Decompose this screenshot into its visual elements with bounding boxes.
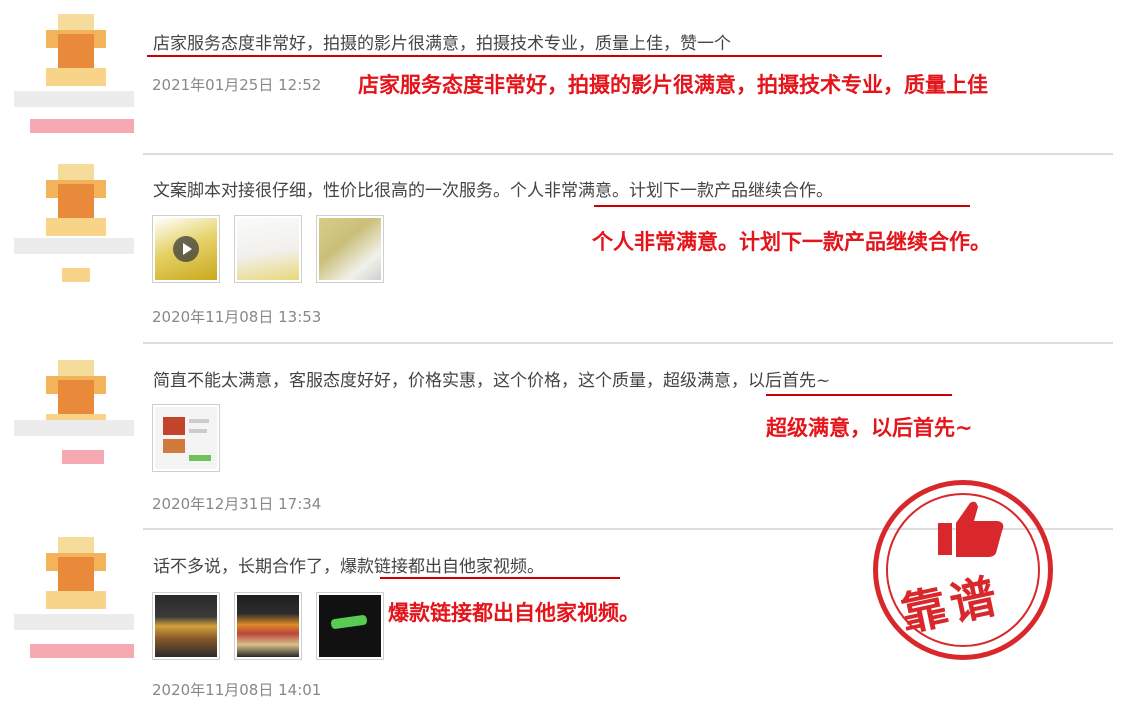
avatar[interactable]: [46, 537, 106, 609]
reliable-stamp: 靠谱: [873, 480, 1053, 660]
video-thumbnail[interactable]: [152, 215, 220, 283]
user-level-blurred: [62, 450, 104, 464]
play-icon: [173, 236, 199, 262]
avatar[interactable]: [46, 14, 106, 86]
username-blurred: [14, 91, 134, 107]
review-date: 2020年12月31日 17:34: [152, 495, 322, 513]
username-blurred: [14, 238, 134, 254]
username-blurred: [14, 614, 134, 630]
highlight-underline: [766, 394, 952, 396]
highlight-annotation: 超级满意，以后首先~: [766, 416, 973, 440]
photo-thumbnail[interactable]: [234, 215, 302, 283]
user-level-blurred: [30, 119, 134, 133]
review-date: 2021年01月25日 12:52: [152, 76, 322, 94]
highlight-underline: [594, 205, 970, 207]
review-images: [152, 592, 384, 660]
review-comment: 简直不能太满意，客服态度好好，价格实惠，这个价格，这个质量，超级满意，以后首先~: [153, 371, 831, 391]
chat-screenshot-thumbnail[interactable]: [152, 404, 220, 472]
review-date: 2020年11月08日 13:53: [152, 308, 322, 326]
review-comment: 店家服务态度非常好，拍摄的影片很满意，拍摄技术专业，质量上佳，赞一个: [153, 34, 731, 54]
avatar[interactable]: [46, 164, 106, 236]
highlight-annotation: 店家服务态度非常好，拍摄的影片很满意，拍摄技术专业，质量上佳: [358, 73, 988, 97]
review-comment: 话不多说，长期合作了，爆款链接都出自他家视频。: [153, 557, 544, 577]
review-images: [152, 404, 220, 472]
review-comment: 文案脚本对接很仔细，性价比很高的一次服务。个人非常满意。计划下一款产品继续合作。: [153, 181, 833, 201]
divider: [143, 153, 1113, 155]
thumbs-up-icon: [938, 501, 1004, 557]
photo-thumbnail[interactable]: [316, 215, 384, 283]
highlight-underline: [380, 577, 620, 579]
divider: [143, 342, 1113, 344]
highlight-annotation: 个人非常满意。计划下一款产品继续合作。: [592, 230, 991, 254]
highlight-underline: [147, 55, 882, 57]
username-blurred: [14, 420, 134, 436]
photo-thumbnail[interactable]: [234, 592, 302, 660]
user-level-blurred: [62, 268, 90, 282]
review-date: 2020年11月08日 14:01: [152, 681, 322, 699]
highlight-annotation: 爆款链接都出自他家视频。: [388, 601, 640, 625]
review-images: [152, 215, 384, 283]
photo-thumbnail[interactable]: [316, 592, 384, 660]
user-level-blurred: [30, 644, 134, 658]
photo-thumbnail[interactable]: [152, 592, 220, 660]
